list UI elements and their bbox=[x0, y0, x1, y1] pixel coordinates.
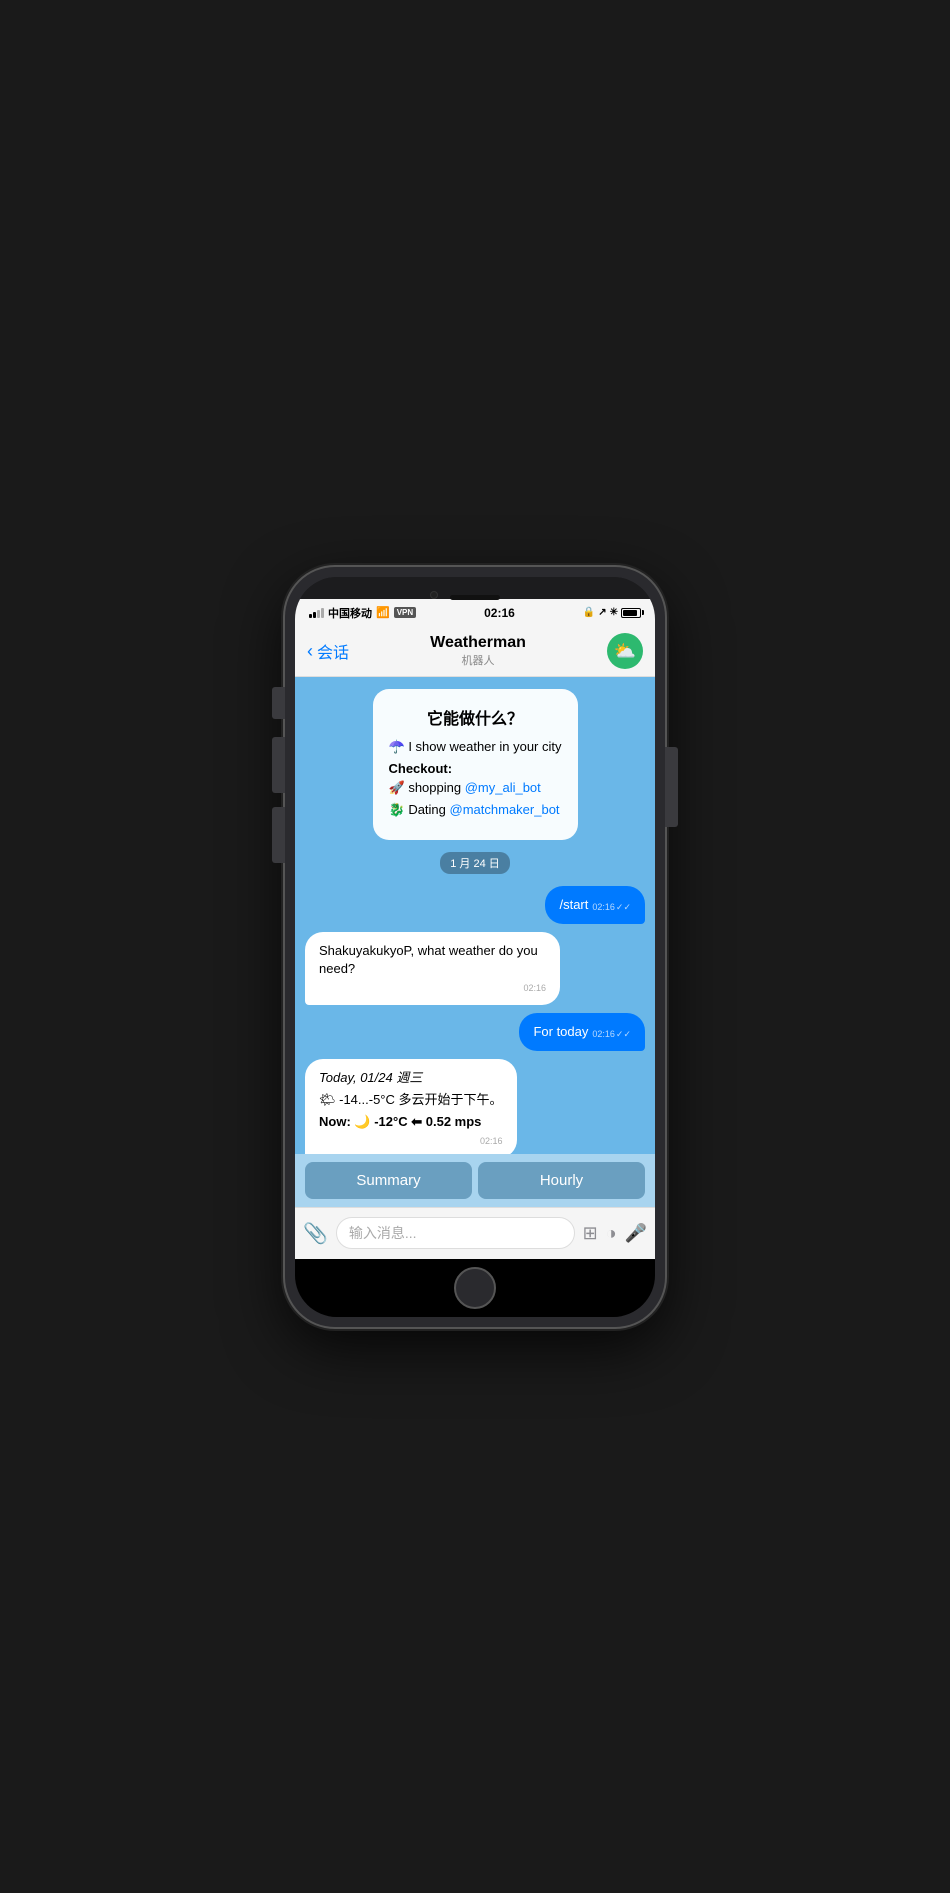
back-button[interactable]: ‹ 会话 bbox=[307, 639, 349, 663]
today-checkmarks: ✓✓ bbox=[616, 1028, 631, 1041]
signal-bar-2 bbox=[313, 612, 316, 618]
matchmaker-bot-link[interactable]: @matchmaker_bot bbox=[450, 802, 560, 817]
input-placeholder: 输入消息... bbox=[349, 1223, 417, 1243]
status-bar: 中国移动 📶 VPN 02:16 🔒 ↗ ✳ bbox=[295, 599, 655, 627]
start-time-text: 02:16 bbox=[592, 901, 615, 914]
bot-weather-question-time: 02:16 bbox=[319, 982, 546, 995]
nav-subtitle: 机器人 bbox=[430, 652, 526, 668]
sticker-icon[interactable]: ⊞ bbox=[583, 1223, 598, 1244]
wind-arrow-icon: ⬅ bbox=[411, 1114, 422, 1129]
summary-button[interactable]: Summary bbox=[305, 1162, 472, 1199]
chat-buttons-row: Summary Hourly bbox=[295, 1154, 655, 1207]
intro-title: 它能做什么？ bbox=[389, 705, 562, 729]
intro-dating-line: 🐉 Dating @matchmaker_bot bbox=[389, 802, 562, 818]
today-time-text: 02:16 bbox=[592, 1028, 615, 1041]
volume-down-button bbox=[272, 807, 285, 863]
attach-icon[interactable]: 📎 bbox=[303, 1221, 328, 1246]
bot-weather-question-text: ShakuyakukyoP, what weather do you need? bbox=[319, 943, 538, 976]
volume-up-button bbox=[272, 737, 285, 793]
battery-body bbox=[621, 608, 641, 618]
power-button bbox=[665, 747, 678, 827]
user-today-time: 02:16 ✓✓ bbox=[592, 1028, 631, 1041]
home-area bbox=[295, 1259, 655, 1317]
intro-bubble: 它能做什么？ ☂️ I show weather in your city Ch… bbox=[373, 689, 578, 840]
now-label: Now: bbox=[319, 1114, 351, 1129]
nav-header: ‹ 会话 Weatherman 机器人 ⛅ bbox=[295, 627, 655, 677]
intro-weather-text: I show weather in your city bbox=[408, 739, 561, 754]
signal-bar-1 bbox=[309, 614, 312, 618]
top-hardware-bar bbox=[295, 577, 655, 599]
intro-shopping-line: 🚀 shopping @my_ali_bot bbox=[389, 780, 562, 796]
battery-fill bbox=[623, 610, 637, 616]
now-wind: 0.52 mps bbox=[426, 1114, 482, 1129]
weather-info-bubble: Today, 01/24 週三 🌤 -14...-5°C 多云开始于下午。 No… bbox=[305, 1059, 517, 1154]
start-checkmarks: ✓✓ bbox=[616, 901, 631, 914]
status-time: 02:16 bbox=[484, 606, 515, 620]
input-icons-group: ⊞ ◑ 🎤 bbox=[583, 1223, 647, 1244]
screen-content: 中国移动 📶 VPN 02:16 🔒 ↗ ✳ bbox=[295, 599, 655, 1259]
back-label: 会话 bbox=[317, 639, 349, 663]
bluetooth-icon: ✳ bbox=[610, 607, 618, 618]
front-camera bbox=[430, 591, 438, 599]
user-start-time: 02:16 ✓✓ bbox=[592, 901, 631, 914]
now-temp: -12°C bbox=[374, 1114, 407, 1129]
status-left: 中国移动 📶 VPN bbox=[309, 605, 416, 621]
dating-text: Dating bbox=[408, 802, 449, 817]
signal-bar-4 bbox=[321, 608, 324, 618]
ali-bot-link[interactable]: @my_ali_bot bbox=[465, 780, 541, 795]
weather-date-line: Today, 01/24 週三 bbox=[319, 1069, 503, 1087]
back-chevron-icon: ‹ bbox=[307, 641, 313, 662]
dragon-icon: 🐉 bbox=[389, 802, 405, 817]
input-bar: 📎 输入消息... ⊞ ◑ 🎤 bbox=[295, 1207, 655, 1259]
home-button[interactable] bbox=[454, 1267, 496, 1309]
signal-bar-3 bbox=[317, 610, 320, 618]
lock-icon: 🔒 bbox=[583, 607, 595, 618]
user-message-for-today: For today 02:16 ✓✓ bbox=[519, 1013, 645, 1051]
user-message-start: /start 02:16 ✓✓ bbox=[545, 886, 645, 924]
bot-message-weather-question: ShakuyakukyoP, what weather do you need?… bbox=[305, 932, 560, 1005]
date-badge: 1 月 24 日 bbox=[440, 852, 510, 874]
nav-title-block: Weatherman 机器人 bbox=[430, 634, 526, 668]
message-input-field[interactable]: 输入消息... bbox=[336, 1217, 575, 1249]
user-today-text: For today bbox=[533, 1023, 588, 1041]
shopping-text: shopping bbox=[408, 780, 464, 795]
weather-temp-line: 🌤 -14...-5°C 多云开始于下午。 bbox=[319, 1091, 503, 1109]
checkout-label: Checkout: bbox=[389, 761, 562, 776]
user-start-text: /start bbox=[559, 896, 588, 914]
emoji-icon[interactable]: ◑ bbox=[606, 1223, 617, 1244]
earpiece-speaker bbox=[450, 595, 500, 600]
umbrella-icon: ☂️ bbox=[389, 739, 405, 754]
status-right: 🔒 ↗ ✳ bbox=[583, 607, 641, 618]
mic-icon[interactable]: 🎤 bbox=[625, 1223, 647, 1244]
phone-screen: 中国移动 📶 VPN 02:16 🔒 ↗ ✳ bbox=[295, 577, 655, 1317]
nav-title: Weatherman bbox=[430, 634, 526, 652]
vpn-badge: VPN bbox=[394, 607, 416, 618]
bot-avatar-icon: ⛅ bbox=[614, 641, 636, 662]
carrier-label: 中国移动 bbox=[328, 605, 372, 621]
location-icon: ↗ bbox=[598, 607, 606, 618]
mute-button bbox=[272, 687, 285, 719]
chat-area: 它能做什么？ ☂️ I show weather in your city Ch… bbox=[295, 677, 655, 1154]
hourly-button[interactable]: Hourly bbox=[478, 1162, 645, 1199]
intro-line-weather: ☂️ I show weather in your city bbox=[389, 739, 562, 755]
battery-icon bbox=[621, 608, 641, 618]
weather-now-line: Now: 🌙 -12°C ⬅ 0.52 mps bbox=[319, 1113, 503, 1131]
rocket-icon: 🚀 bbox=[389, 780, 405, 795]
bot-avatar[interactable]: ⛅ bbox=[607, 633, 643, 669]
weather-bubble-time: 02:16 bbox=[319, 1135, 503, 1148]
wifi-icon: 📶 bbox=[376, 606, 390, 619]
moon-icon: 🌙 bbox=[354, 1114, 370, 1129]
phone-frame: 中国移动 📶 VPN 02:16 🔒 ↗ ✳ bbox=[285, 567, 665, 1327]
signal-bars bbox=[309, 608, 324, 618]
